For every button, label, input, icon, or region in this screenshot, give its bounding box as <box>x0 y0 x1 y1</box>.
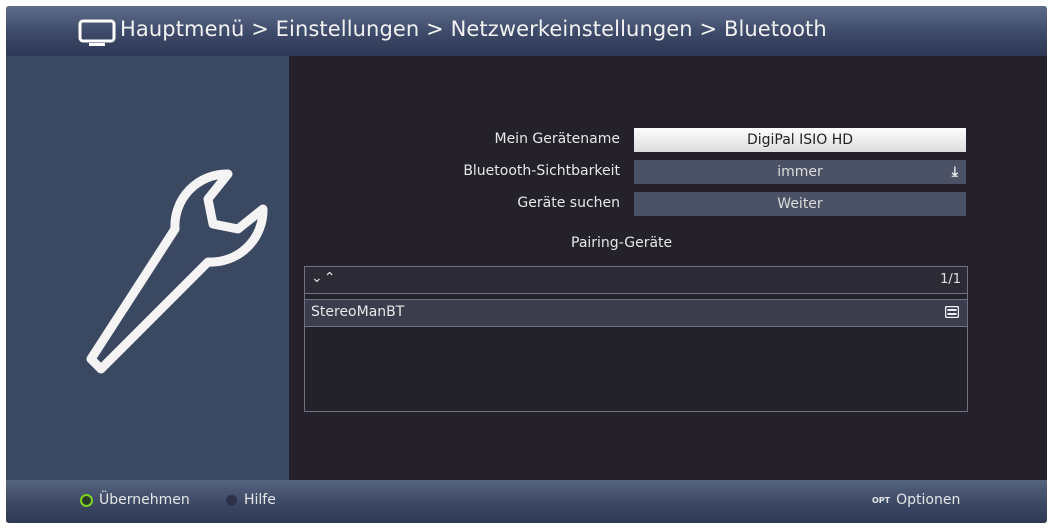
tv-icon <box>78 19 116 46</box>
title-bar: Hauptmenü > Einstellungen > Netzwerkeins… <box>6 6 1047 56</box>
options-label: Optionen <box>896 492 961 508</box>
visibility-label: Bluetooth-Sichtbarkeit <box>463 163 620 179</box>
device-name-label: Mein Gerätename <box>494 131 620 147</box>
dropdown-arrow-icon: ⤓ <box>951 164 958 180</box>
visibility-value: immer <box>777 164 823 180</box>
device-type-icon <box>945 306 959 318</box>
screen: Hauptmenü > Einstellungen > Netzwerkeins… <box>0 0 1053 529</box>
green-key-icon <box>80 493 93 507</box>
wrench-icon <box>86 169 268 374</box>
breadcrumb: Hauptmenü > Einstellungen > Netzwerkeins… <box>120 17 827 41</box>
search-devices-button[interactable]: Weiter <box>634 192 966 216</box>
blue-key-icon <box>225 493 238 507</box>
list-header: ⌄⌃ 1/1 <box>305 267 967 294</box>
help-button[interactable]: Hilfe <box>225 492 276 508</box>
pairing-heading: Pairing-Geräte <box>571 235 673 251</box>
visibility-select[interactable]: immer ⤓ <box>634 160 966 184</box>
search-devices-label: Geräte suchen <box>517 195 620 211</box>
help-label: Hilfe <box>244 492 276 508</box>
device-name-field[interactable]: DigiPal ISIO HD <box>634 128 966 152</box>
options-button[interactable]: OPT Optionen <box>872 492 960 508</box>
list-item[interactable]: StereoManBT <box>305 299 967 327</box>
accept-button[interactable]: Übernehmen <box>80 492 190 508</box>
page-indicator: 1/1 <box>940 272 961 287</box>
scroll-arrows-icon[interactable]: ⌄⌃ <box>311 270 336 286</box>
device-name: StereoManBT <box>311 304 405 320</box>
opt-key-icon: OPT <box>872 495 891 505</box>
accept-label: Übernehmen <box>99 492 190 508</box>
pairing-list[interactable]: ⌄⌃ 1/1 StereoManBT <box>304 266 968 412</box>
menu-frame: Hauptmenü > Einstellungen > Netzwerkeins… <box>6 6 1047 523</box>
bottom-bar: Übernehmen Hilfe OPT Optionen <box>6 480 1047 523</box>
left-pane <box>6 56 289 480</box>
